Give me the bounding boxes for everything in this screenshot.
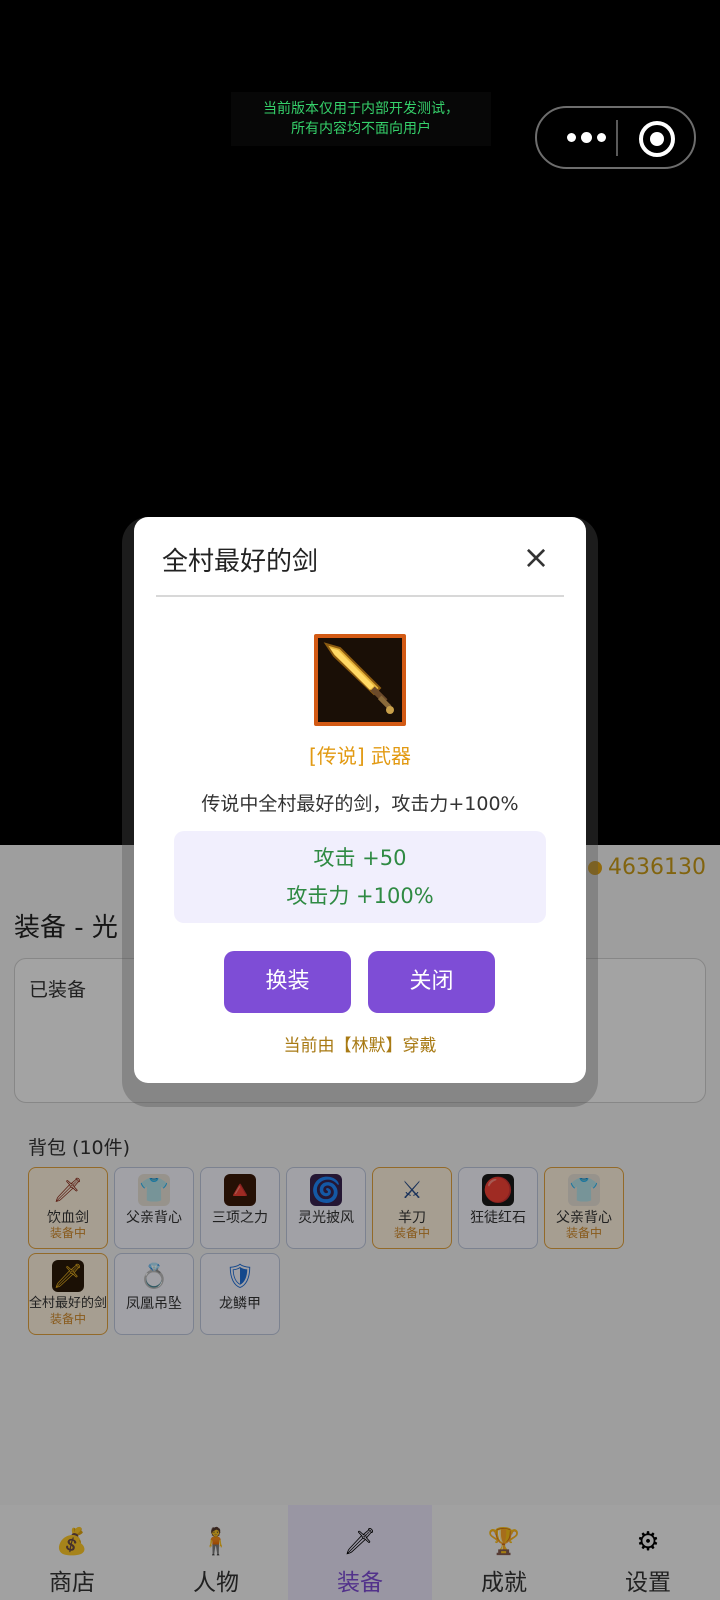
item-rarity: [传说] 武器 [309,744,411,768]
modal-divider [156,595,564,597]
dev-notice-line-1: 当前版本仅用于内部开发测试， [263,101,459,117]
swap-equipment-button[interactable]: 换装 [224,951,351,1013]
close-button[interactable]: 关闭 [368,951,495,1013]
item-image [314,634,406,726]
stat-line: 攻击力 +100% [286,884,434,908]
close-miniapp-icon[interactable] [639,121,675,157]
current-wearer-note: 当前由【林默】穿戴 [283,1036,437,1056]
more-menu-icon[interactable] [559,126,615,150]
item-stats: 攻击 +50 攻击力 +100% [174,831,546,923]
golden-sword-icon [323,642,394,714]
stat-line: 攻击 +50 [313,846,407,870]
dev-test-notice: 当前版本仅用于内部开发测试， 所有内容均不面向用户 [231,92,491,146]
item-detail-modal: 全村最好的剑 × [传说] 武器 传说中全村最好的剑，攻击力+100% 攻击 +… [134,517,586,1083]
miniapp-capsule [535,106,696,169]
close-icon[interactable]: × [520,541,552,575]
modal-title: 全村最好的剑 [162,547,319,577]
dev-notice-line-2: 所有内容均不面向用户 [291,121,431,137]
capsule-divider [616,120,618,156]
item-description: 传说中全村最好的剑，攻击力+100% [201,793,519,815]
